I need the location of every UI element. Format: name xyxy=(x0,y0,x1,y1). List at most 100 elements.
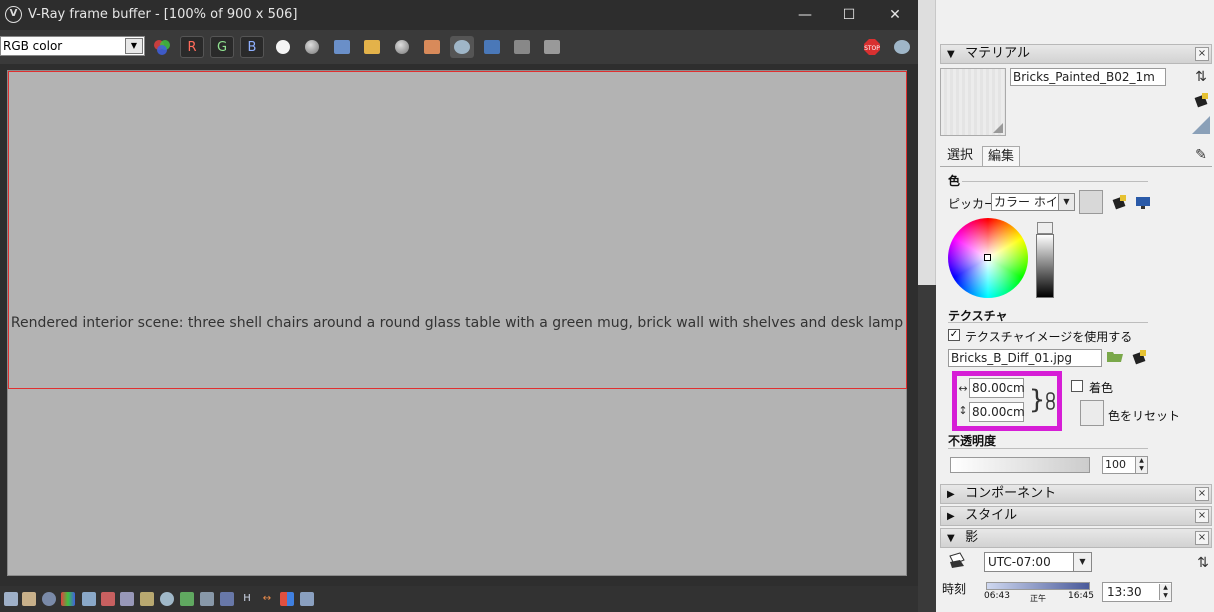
shadows-title: 影 xyxy=(965,530,979,545)
time-noon-label: 正午 xyxy=(1030,594,1046,603)
close-icon[interactable]: × xyxy=(1195,487,1209,501)
title-bar: V V-Ray frame buffer - [100% of 900 x 50… xyxy=(0,0,918,30)
render-elements-icon[interactable] xyxy=(4,592,18,606)
histogram-icon[interactable] xyxy=(120,592,134,606)
chain-link-icon[interactable] xyxy=(1042,392,1060,410)
exposure-icon[interactable] xyxy=(160,592,174,606)
close-icon[interactable]: × xyxy=(1195,509,1209,523)
styles-header[interactable]: ▶ スタイル × xyxy=(940,506,1212,526)
value-slider[interactable] xyxy=(1036,234,1054,298)
time-end-label: 16:45 xyxy=(1068,591,1094,601)
colorize-checkbox[interactable] xyxy=(1071,380,1083,392)
tray-scrollbar[interactable] xyxy=(918,0,936,612)
spin-down-icon[interactable]: ▼ xyxy=(1159,592,1171,600)
texture-width-input[interactable]: 80.00cm xyxy=(969,378,1025,398)
color-wheel-marker[interactable] xyxy=(984,254,991,261)
pixel-info-icon[interactable] xyxy=(300,592,314,606)
divider xyxy=(948,448,1148,449)
lens-effects-icon[interactable] xyxy=(540,36,564,58)
color-correction-icon[interactable] xyxy=(61,592,75,606)
curves-icon[interactable] xyxy=(140,592,154,606)
spin-up-icon[interactable]: ▲ xyxy=(1135,457,1147,465)
picker-select[interactable]: カラー ホイール ▼ xyxy=(991,193,1075,211)
mono-sphere-icon[interactable] xyxy=(300,36,324,58)
red-channel-button[interactable]: R xyxy=(180,36,204,58)
materials-title: マテリアル xyxy=(965,46,1031,61)
create-material-icon[interactable]: ⇅ xyxy=(1192,68,1210,86)
use-texture-checkbox[interactable]: ✓ xyxy=(948,329,960,341)
styles-title: スタイル xyxy=(965,508,1018,523)
compare-icon[interactable] xyxy=(480,36,504,58)
clear-image-icon[interactable] xyxy=(390,36,414,58)
spin-down-icon[interactable]: ▼ xyxy=(1135,465,1147,473)
region-render-icon[interactable] xyxy=(420,36,444,58)
color-wheel[interactable] xyxy=(948,218,1028,298)
channel-select-value: RGB color xyxy=(3,39,63,53)
texture-file-input[interactable]: Bricks_B_Diff_01.jpg xyxy=(948,349,1102,367)
default-material-icon[interactable] xyxy=(1192,116,1210,134)
use-texture-label: テクスチャイメージを使用する xyxy=(965,330,1133,344)
reset-color-label: 色をリセット xyxy=(1108,409,1181,423)
close-button[interactable]: ✕ xyxy=(872,0,918,30)
match-model-color-icon[interactable] xyxy=(1110,194,1128,212)
time-slider[interactable] xyxy=(986,582,1090,590)
materials-header[interactable]: ▼ マテリアル × xyxy=(940,44,1212,64)
spin-up-icon[interactable]: ▲ xyxy=(1159,584,1171,592)
eyedropper-icon[interactable]: ✎ xyxy=(1192,146,1210,164)
info-icon[interactable] xyxy=(42,592,56,606)
shadow-toggle-icon[interactable] xyxy=(948,552,966,570)
reset-color-swatch[interactable] xyxy=(1080,400,1104,426)
color-channels-icon[interactable] xyxy=(150,36,174,58)
split-icon[interactable]: ↔ xyxy=(260,592,274,606)
hsl-icon[interactable] xyxy=(82,592,96,606)
stop-render-icon[interactable]: STOP xyxy=(860,36,884,58)
blue-channel-button[interactable]: B xyxy=(240,36,264,58)
collapse-arrow-icon: ▼ xyxy=(947,533,955,544)
divider xyxy=(948,322,1148,323)
value-slider-thumb[interactable] xyxy=(1037,222,1053,234)
components-header[interactable]: ▶ コンポーネント × xyxy=(940,484,1212,504)
paint-bucket-icon[interactable] xyxy=(1192,92,1210,110)
render-view: Rendered interior scene: three shell cha… xyxy=(0,64,918,586)
close-icon[interactable]: × xyxy=(1195,47,1209,61)
green-channel-button[interactable]: G xyxy=(210,36,234,58)
render-image-label: Rendered interior scene: three shell cha… xyxy=(10,315,904,331)
tab-divider xyxy=(940,166,1212,167)
maximize-button[interactable]: ☐ xyxy=(826,0,872,30)
edit-texture-icon[interactable] xyxy=(1130,349,1148,367)
history-icon[interactable] xyxy=(510,36,534,58)
history-panel-icon[interactable] xyxy=(22,592,36,606)
material-name-input[interactable]: Bricks_Painted_B02_1m xyxy=(1010,68,1166,86)
lut-curve-icon[interactable] xyxy=(200,592,214,606)
color-swatch[interactable] xyxy=(1079,190,1103,214)
compare-ab-icon[interactable] xyxy=(280,592,294,606)
opacity-section-label: 不透明度 xyxy=(948,434,997,448)
save-image-icon[interactable] xyxy=(330,36,354,58)
browse-folder-icon[interactable] xyxy=(1106,349,1124,367)
minimize-button[interactable]: — xyxy=(782,0,828,30)
channel-select[interactable]: RGB color ▼ xyxy=(0,36,145,56)
colorize-label: 着色 xyxy=(1089,381,1114,395)
tab-edit[interactable]: 編集 xyxy=(982,146,1021,166)
timezone-select[interactable]: UTC-07:00 ▼ xyxy=(984,552,1092,572)
white-sphere-icon[interactable] xyxy=(271,36,295,58)
shadows-header[interactable]: ▼ 影 × xyxy=(940,528,1212,548)
match-screen-color-icon[interactable] xyxy=(1134,194,1152,212)
levels-icon[interactable] xyxy=(101,592,115,606)
open-folder-icon[interactable] xyxy=(360,36,384,58)
opacity-input[interactable]: 100 ▲ ▼ xyxy=(1102,456,1148,474)
time-start-label: 06:43 xyxy=(984,591,1010,601)
render-teapot-icon[interactable] xyxy=(450,36,474,58)
lut-icon[interactable] xyxy=(220,592,234,606)
opacity-slider[interactable] xyxy=(950,457,1090,473)
tab-select[interactable]: 選択 xyxy=(942,146,978,166)
shadow-settings-icon[interactable]: ⇅ xyxy=(1194,554,1212,572)
close-icon[interactable]: × xyxy=(1195,531,1209,545)
texture-height-input[interactable]: 80.00cm xyxy=(969,402,1025,422)
chevron-down-icon: ▼ xyxy=(1073,553,1091,571)
background-image-icon[interactable] xyxy=(180,592,194,606)
time-input[interactable]: 13:30 ▲ ▼ xyxy=(1102,582,1172,602)
h-glyph[interactable]: H xyxy=(240,592,254,606)
teapot-icon[interactable] xyxy=(890,36,914,58)
vfb-bottom-toolbar: H ↔ xyxy=(0,586,918,612)
